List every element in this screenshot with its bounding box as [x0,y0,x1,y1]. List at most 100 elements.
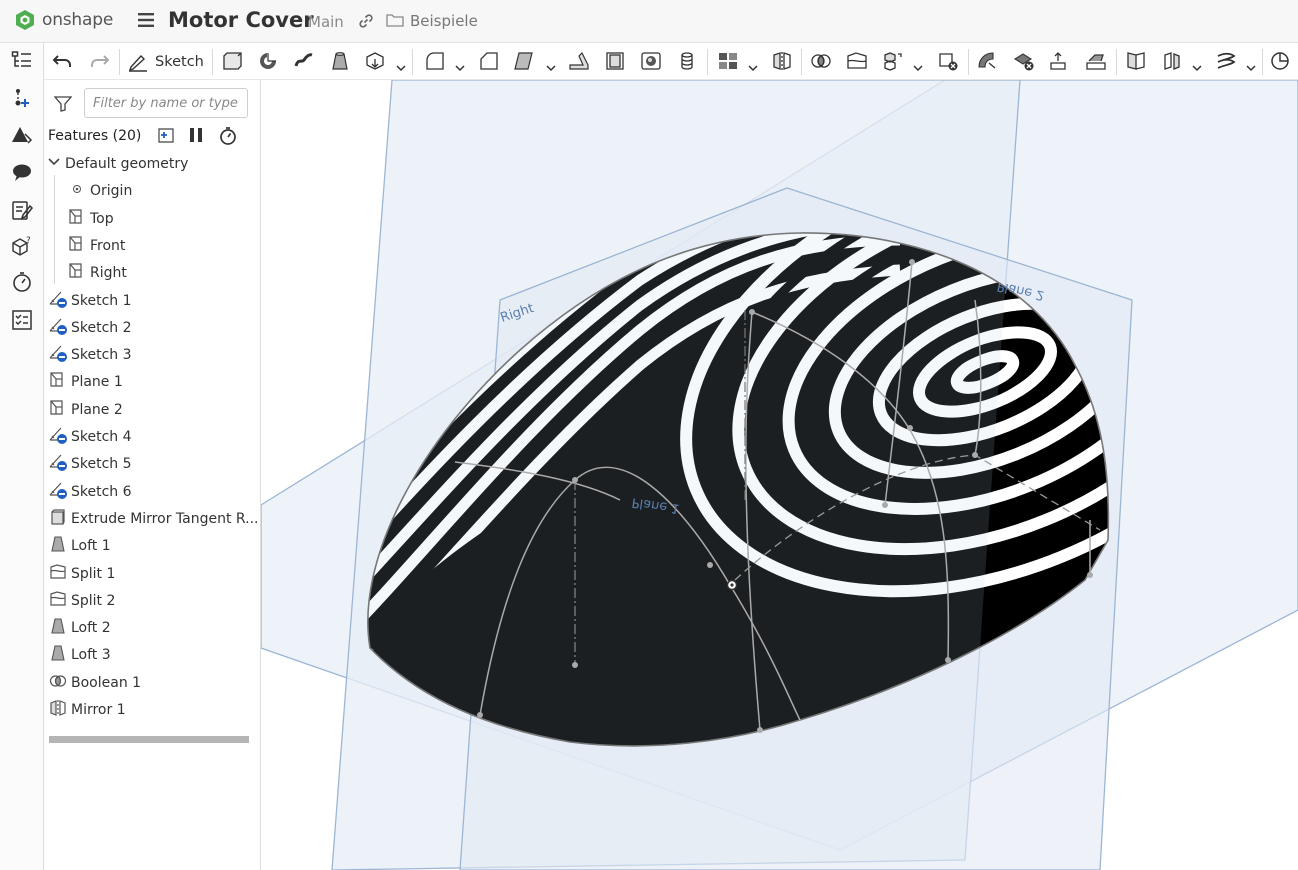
draft-icon[interactable] [514,51,536,71]
boolean-icon[interactable] [810,51,832,71]
split-icon[interactable] [846,51,868,71]
hole-icon[interactable] [640,51,662,71]
delete-face-icon[interactable] [1013,51,1035,71]
helix-icon[interactable] [1215,51,1237,71]
document-header: onshape Motor Cover Main Beispiele [0,0,1298,43]
feature-item[interactable]: Sketch 6 [49,480,132,504]
feature-item-label: Extrude Mirror Tangent R... [71,510,259,527]
feature-item[interactable]: Sketch 5 [49,452,132,476]
tree-item-front[interactable]: Front [68,234,125,258]
add-folder-icon[interactable] [156,126,176,148]
link-icon[interactable] [358,13,374,33]
sketch-button[interactable]: Sketch [128,49,204,75]
horizontal-scrollbar[interactable] [49,736,249,743]
mate-connector-icon[interactable] [1161,51,1183,71]
tree-item-right[interactable]: Right [68,261,127,285]
model-canvas[interactable]: Right Plane 1 Plane 2 [261,80,1298,870]
feature-item[interactable]: Loft 1 [49,534,111,558]
move-face-icon[interactable] [1049,51,1071,71]
feature-item[interactable]: Sketch 4 [49,425,132,449]
hamburger-menu-icon[interactable] [138,12,154,32]
feature-item[interactable]: Extrude Mirror Tangent R... [49,507,258,531]
modify-fillet-icon[interactable] [977,51,999,71]
add-variable-icon[interactable] [11,87,33,109]
feature-item[interactable]: Sketch 2 [49,316,132,340]
branch-label[interactable]: Main [308,13,344,31]
analysis-icon[interactable] [1269,51,1291,71]
feature-item[interactable]: Plane 2 [49,398,123,422]
chevron-down-icon[interactable] [1246,57,1256,72]
replace-face-icon[interactable] [1085,51,1107,71]
document-title[interactable]: Motor Cover [168,8,314,32]
feature-list-icon[interactable] [11,50,33,72]
chevron-down-icon[interactable] [1192,57,1202,72]
redo-icon[interactable] [88,51,110,71]
sketch-icon [49,481,67,503]
pencil-icon [128,54,147,72]
tree-item-label: Right [90,265,127,282]
feature-toolbar: Sketch [44,43,1298,80]
feature-item-label: Plane 2 [71,401,123,418]
tree-guide-line [54,175,55,285]
chevron-down-icon[interactable] [748,57,758,72]
plane-icon[interactable] [1125,51,1147,71]
feature-item[interactable]: Loft 2 [49,616,111,640]
tree-item-origin[interactable]: Origin [68,179,132,203]
rollback-timer-icon[interactable] [218,126,238,150]
parts-question-icon[interactable]: ? [11,235,33,257]
pattern-icon[interactable] [717,51,739,71]
delete-part-icon[interactable] [937,51,959,71]
filter-icon[interactable] [53,96,73,116]
chevron-down-icon[interactable] [47,155,61,173]
feature-item-label: Sketch 6 [71,483,132,500]
mirror-icon[interactable] [771,51,793,71]
feature-item[interactable]: Sketch 1 [49,289,132,313]
feature-item[interactable]: Loft 3 [49,643,111,667]
checklist-icon[interactable] [11,309,33,331]
feature-item[interactable]: Split 1 [49,562,115,586]
chevron-down-icon[interactable] [396,57,406,72]
filter-input[interactable] [84,88,248,118]
chevron-down-icon[interactable] [546,57,556,72]
feature-item-label: Plane 1 [71,374,123,391]
feature-item-label: Boolean 1 [71,674,142,691]
toolbar-separator [212,49,213,75]
revolve-icon[interactable] [257,51,279,71]
shell-icon[interactable] [604,51,626,71]
tree-group-label: Default geometry [65,156,189,172]
feature-item-label: Loft 3 [71,647,111,664]
pause-icon[interactable] [188,126,204,148]
feature-item[interactable]: Plane 1 [49,370,123,394]
feature-item-label: Split 2 [71,592,116,609]
folder-label[interactable]: Beispiele [410,12,478,30]
sweep-icon[interactable] [293,51,315,71]
feature-item[interactable]: Sketch 3 [49,343,132,367]
notes-icon[interactable] [11,199,33,221]
appearance-icon[interactable] [11,125,33,147]
feature-item[interactable]: Split 2 [49,589,115,613]
chevron-down-icon[interactable] [913,57,923,72]
onshape-logo[interactable]: onshape [14,9,113,31]
extrude-icon[interactable] [221,51,243,71]
folder-icon[interactable] [386,12,404,32]
plane-icon [68,235,86,257]
thicken-icon[interactable] [365,51,387,71]
loft-icon[interactable] [329,51,351,71]
undo-icon[interactable] [52,51,74,71]
sketch-icon [49,290,67,312]
stopwatch-icon[interactable] [11,271,33,293]
cylinder-icon[interactable] [676,51,698,71]
chamfer-icon[interactable] [478,51,500,71]
fillet-icon[interactable] [424,51,446,71]
tree-group-default-geometry[interactable]: Default geometry [47,152,188,176]
rib-icon[interactable] [568,51,590,71]
feature-item[interactable]: Mirror 1 [49,698,126,722]
tree-item-top[interactable]: Top [68,207,114,231]
comments-icon[interactable] [11,161,33,183]
feature-item[interactable]: Boolean 1 [49,671,141,695]
graphics-viewport[interactable]: Right Plane 1 Plane 2 [261,80,1298,870]
transform-icon[interactable] [882,51,904,71]
toolbar-separator [801,49,802,75]
sketch-icon [49,426,67,448]
chevron-down-icon[interactable] [455,57,465,72]
